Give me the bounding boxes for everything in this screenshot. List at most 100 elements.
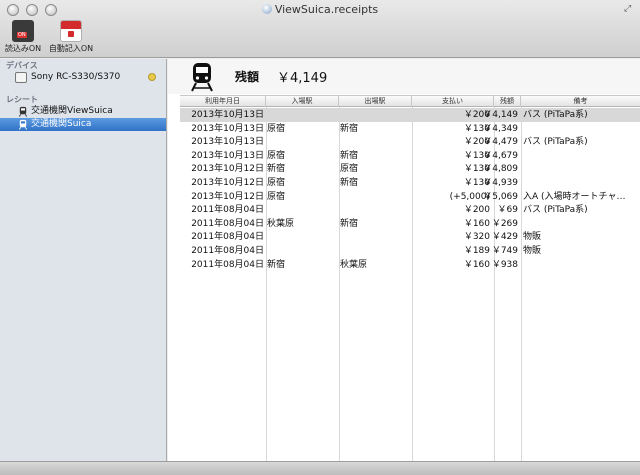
read-on-button[interactable]: 読込みON <box>4 20 42 54</box>
cell-notes: バス (PiTaPa系) <box>523 137 588 148</box>
cell-exit <box>340 244 410 258</box>
cell-entry: 新宿 <box>267 259 286 270</box>
window-title: ViewSuica.receipts <box>0 3 640 16</box>
card-reader-icon <box>12 20 34 42</box>
cell-date: 2013年10月13日 <box>191 110 264 120</box>
table-row[interactable]: 2013年10月13日 原宿 新宿 ￥130 ￥4,349 <box>180 122 640 136</box>
sidebar-item-label: 交通機関ViewSuica <box>31 106 113 116</box>
cell-payment: (+5,000) <box>449 191 490 202</box>
table-row[interactable]: 2013年10月12日 新宿 原宿 ￥130 ￥4,809 <box>180 162 640 176</box>
cell-date: 2013年10月12日 <box>191 164 264 175</box>
title-bar: ViewSuica.receipts ⤢ 読込みON 自動記入ON <box>0 0 640 58</box>
devices-header: デバイス <box>6 61 38 70</box>
cell-notes: 物販 <box>523 246 542 256</box>
cell-exit <box>340 190 410 204</box>
cell-payment: ￥200 <box>463 205 490 216</box>
cell-exit <box>340 203 410 217</box>
table-row[interactable]: 2013年10月12日 原宿 新宿 ￥130 ￥4,939 <box>180 176 640 190</box>
table-row[interactable]: 2013年10月13日 ￥200 ￥4,149 バス (PiTaPa系) <box>180 108 640 122</box>
cell-balance: ￥5,069 <box>483 191 518 202</box>
cell-date: 2011年08月04日 <box>191 218 264 229</box>
balance-header: 残額 ￥4,149 <box>168 59 640 94</box>
column-header-entry[interactable]: 入場駅 <box>266 96 339 107</box>
cell-entry: 原宿 <box>267 123 286 134</box>
cell-balance: ￥4,679 <box>483 150 518 161</box>
table-row[interactable]: 2011年08月04日 ￥200 ￥69 バス (PiTaPa系) <box>180 203 640 217</box>
cell-entry: 新宿 <box>267 164 286 175</box>
receipts-table[interactable]: 利用年月日 入場駅 出場駅 支払い 残額 備考 2013年10月13日 ￥200 ￥… <box>180 95 640 461</box>
cell-payment: ￥130 <box>463 178 490 188</box>
cell-exit <box>340 230 410 244</box>
column-header-notes[interactable]: 備考 <box>521 96 640 107</box>
cell-balance: ￥749 <box>491 246 518 256</box>
cell-entry: 原宿 <box>267 150 286 161</box>
balance-value: ￥4,149 <box>277 71 328 86</box>
sidebar-item-suica[interactable]: 交通機関Suica <box>0 118 166 131</box>
cell-payment: ￥200 <box>463 110 490 120</box>
cell-exit: 秋葉原 <box>340 259 368 270</box>
cell-notes: 物販 <box>523 232 542 243</box>
cell-balance: ￥4,939 <box>483 178 518 188</box>
cell-notes: 入A (入場時オートチャ… <box>523 191 626 202</box>
cell-exit: 新宿 <box>340 178 359 188</box>
cell-balance: ￥4,149 <box>483 110 518 120</box>
train-icon <box>191 63 213 92</box>
cell-entry <box>267 203 337 217</box>
cell-payment: ￥130 <box>463 164 490 175</box>
cell-payment: ￥130 <box>463 123 490 134</box>
receipts-header: レシート <box>6 95 38 104</box>
cell-entry: 原宿 <box>267 178 286 188</box>
app-window: ViewSuica.receipts ⤢ 読込みON 自動記入ON デバイス S… <box>0 0 640 475</box>
sidebar: デバイス Sony RC-S330/S370 レシート 交通機関ViewSuic… <box>0 59 167 461</box>
cell-notes <box>523 162 638 176</box>
cell-date: 2011年08月04日 <box>191 205 264 216</box>
cell-balance: ￥69 <box>497 205 518 216</box>
bottom-bar <box>0 461 640 475</box>
device-name: Sony RC-S330/S370 <box>31 72 121 82</box>
cell-date: 2013年10月12日 <box>191 178 264 188</box>
cell-notes <box>523 258 638 272</box>
table-row[interactable]: 2011年08月04日 ￥320 ￥429 物販 <box>180 230 640 244</box>
device-status-icon <box>148 73 156 81</box>
cell-notes: バス (PiTaPa系) <box>523 205 588 216</box>
table-row[interactable]: 2011年08月04日 秋葉原 新宿 ￥160 ￥269 <box>180 217 640 231</box>
cell-balance: ￥4,349 <box>483 123 518 134</box>
table-row[interactable]: 2011年08月04日 新宿 秋葉原 ￥160 ￥938 <box>180 258 640 272</box>
card-reader-device-icon <box>15 72 27 83</box>
column-header-balance[interactable]: 残額 <box>494 96 521 107</box>
fullscreen-icon[interactable]: ⤢ <box>624 4 634 14</box>
table-row[interactable]: 2013年10月13日 ￥200 ￥4,479 バス (PiTaPa系) <box>180 135 640 149</box>
cell-date: 2013年10月13日 <box>191 123 264 134</box>
table-row[interactable]: 2011年08月04日 ￥189 ￥749 物販 <box>180 244 640 258</box>
cell-balance: ￥4,809 <box>483 164 518 175</box>
cell-date: 2013年10月13日 <box>191 150 264 161</box>
table-row[interactable]: 2013年10月12日 原宿 (+5,000) ￥5,069 入A (入場時オートチャ… <box>180 190 640 204</box>
cell-balance: ￥429 <box>491 232 518 243</box>
column-header-date[interactable]: 利用年月日 <box>180 96 266 107</box>
cell-entry: 原宿 <box>267 191 286 202</box>
cell-exit: 新宿 <box>340 218 359 229</box>
column-header-payment[interactable]: 支払い <box>412 96 494 107</box>
column-header-exit[interactable]: 出場駅 <box>339 96 412 107</box>
auto-entry-button[interactable]: 自動記入ON <box>46 20 96 54</box>
cell-payment: ￥200 <box>463 137 490 148</box>
auto-entry-label: 自動記入ON <box>48 44 94 53</box>
cell-payment: ￥189 <box>463 246 490 256</box>
balance-label: 残額 <box>235 70 260 84</box>
cell-notes: バス (PiTaPa系) <box>523 110 588 120</box>
cell-exit: 原宿 <box>340 164 359 175</box>
read-on-label: 読込みON <box>4 44 42 53</box>
cell-notes <box>523 217 638 231</box>
cell-payment: ￥130 <box>463 150 490 161</box>
cell-payment: ￥320 <box>463 232 490 243</box>
cell-date: 2011年08月04日 <box>191 246 264 256</box>
cell-entry <box>267 108 337 122</box>
cell-entry <box>267 244 337 258</box>
table-row[interactable]: 2013年10月13日 原宿 新宿 ￥130 ￥4,679 <box>180 149 640 163</box>
cell-exit: 新宿 <box>340 150 359 161</box>
sidebar-item-device[interactable]: Sony RC-S330/S370 <box>0 71 166 84</box>
sidebar-item-viewsuica[interactable]: 交通機関ViewSuica <box>0 105 166 118</box>
main-panel: 残額 ￥4,149 利用年月日 入場駅 出場駅 支払い 残額 備考 2013年1… <box>168 59 640 461</box>
cell-entry: 秋葉原 <box>267 218 295 229</box>
cell-date: 2013年10月12日 <box>191 191 264 202</box>
